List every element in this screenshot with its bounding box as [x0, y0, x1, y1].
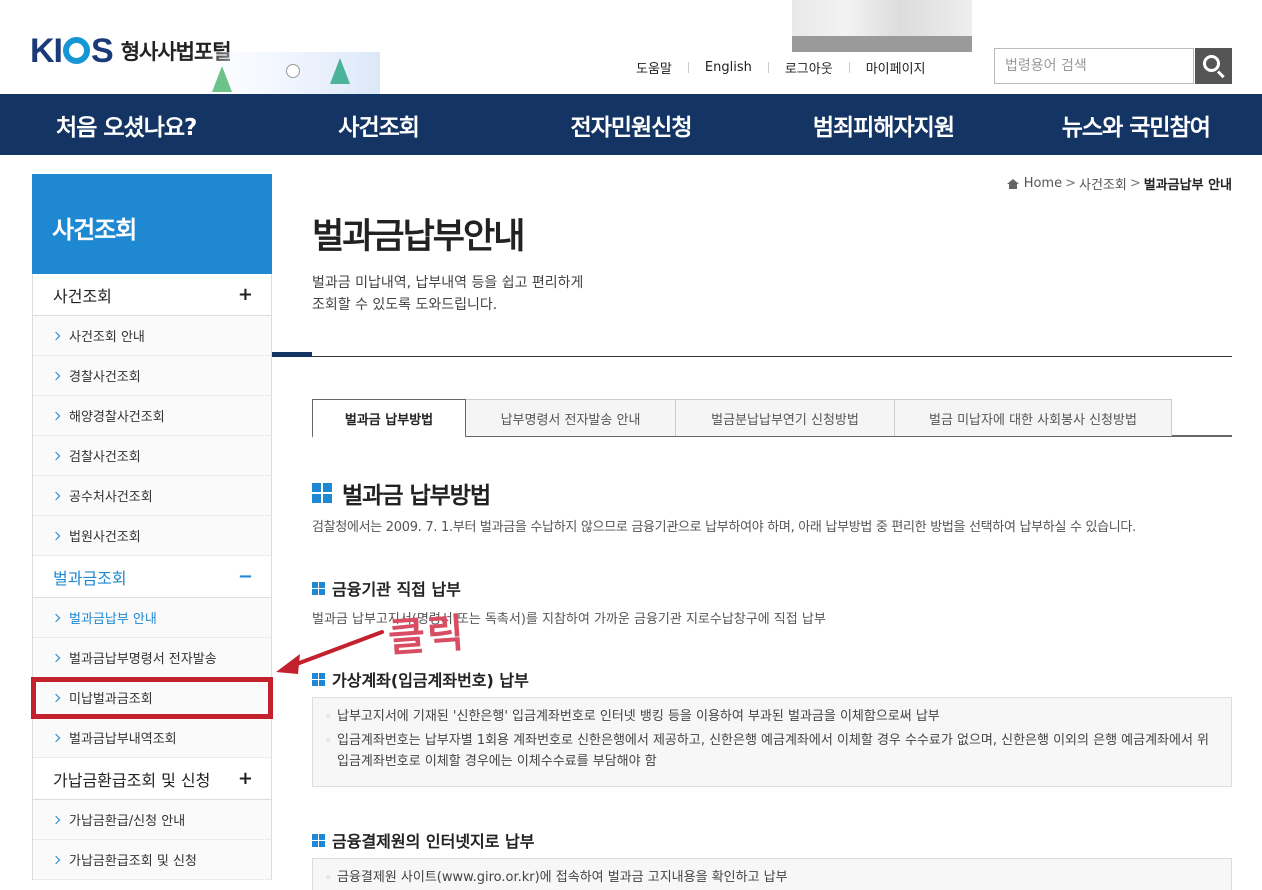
home-icon	[1006, 178, 1019, 189]
tab-installment[interactable]: 벌금분납납부연기 신청방법	[675, 399, 895, 436]
section-intro: 검찰청에서는 2009. 7. 1.부터 벌과금을 수납하지 않으므로 금융기관…	[312, 520, 1136, 535]
logout-link[interactable]: 로그아웃	[769, 58, 849, 77]
page-title: 벌과금납부안내	[312, 217, 525, 257]
info-box-virtual-account: 납부고지서에 기재된 '신한은행' 입금계좌번호로 인터넷 뱅킹 등을 이용하여…	[312, 697, 1232, 787]
nav-item-victim-support[interactable]: 범죄피해자지원	[757, 94, 1009, 155]
title-divider	[272, 352, 1232, 357]
sidebar-item-prosecution-case[interactable]: 검찰사건조회	[32, 436, 272, 476]
subsection-heading-direct: 금융기관 직접 납부	[312, 576, 461, 600]
tree-icon	[212, 66, 232, 92]
list-item: 입금계좌번호는 납부자별 1회용 계좌번호로 신한은행에서 제공하고, 신한은행…	[325, 730, 1217, 772]
sidebar-item-case-guide[interactable]: 사건조회 안내	[32, 316, 272, 356]
snowman-icon	[286, 64, 300, 78]
tree-icon	[330, 58, 350, 84]
expand-icon: +	[237, 768, 253, 789]
tab-bar: 벌과금 납부방법 납부명령서 전자발송 안내 벌금분납납부연기 신청방법 벌금 …	[312, 399, 1232, 438]
sidebar-item-unpaid-fine-inquiry[interactable]: 미납벌과금조회	[31, 677, 273, 719]
sidebar-group-label: 벌과금조회	[53, 568, 127, 588]
help-link[interactable]: 도움말	[620, 58, 688, 77]
breadcrumb-home[interactable]: Home	[1024, 176, 1062, 191]
nav-item-first-visit[interactable]: 처음 오셨나요?	[0, 94, 252, 155]
chevron-right-icon	[51, 613, 61, 622]
sidebar-item-fine-payment-history[interactable]: 벌과금납부내역조회	[32, 718, 272, 758]
sidebar-item-coastguard-case[interactable]: 해양경찰사건조회	[32, 396, 272, 436]
chevron-right-icon	[51, 371, 61, 380]
sidebar-item-police-case[interactable]: 경찰사건조회	[32, 356, 272, 396]
breadcrumb-level1[interactable]: 사건조회	[1079, 174, 1127, 193]
sidebar-group-fine-inquiry[interactable]: 벌과금조회 −	[32, 556, 272, 598]
sidebar-group-label: 사건조회	[53, 286, 112, 306]
sidebar-group-provisional-refund[interactable]: 가납금환급조회 및 신청 +	[32, 758, 272, 800]
grid-square-icon	[312, 483, 332, 503]
chevron-right-icon	[51, 331, 61, 340]
chevron-right-icon	[51, 855, 61, 864]
expand-icon: +	[237, 284, 253, 305]
chevron-right-icon	[51, 411, 61, 420]
site-header: KI S 형사사법포털 도움말 English 로그아웃 마이페이지	[0, 0, 1262, 94]
nav-item-news[interactable]: 뉴스와 국민참여	[1010, 94, 1262, 155]
tab-community-service[interactable]: 벌금 미납자에 대한 사회봉사 신청방법	[894, 399, 1172, 436]
nav-item-case-inquiry[interactable]: 사건조회	[252, 94, 504, 155]
main-nav: 처음 오셨나요? 사건조회 전자민원신청 범죄피해자지원 뉴스와 국민참여	[0, 94, 1262, 155]
chevron-right-icon	[51, 653, 61, 662]
sidebar-title: 사건조회	[32, 174, 272, 274]
sidebar-item-court-case[interactable]: 법원사건조회	[32, 516, 272, 556]
chevron-right-icon	[51, 531, 61, 540]
chevron-right-icon	[51, 693, 61, 702]
logo-decoration	[200, 52, 380, 94]
sidebar-item-refund-inquiry[interactable]: 가납금환급조회 및 신청	[32, 840, 272, 880]
annotation-text: 클릭	[386, 610, 468, 662]
grid-square-icon	[312, 833, 325, 847]
nav-item-e-petition[interactable]: 전자민원신청	[505, 94, 757, 155]
annotation-arrow-icon	[276, 630, 384, 674]
collapse-icon: −	[237, 566, 253, 587]
tab-e-delivery[interactable]: 납부명령서 전자발송 안내	[465, 399, 676, 436]
mypage-link[interactable]: 마이페이지	[850, 58, 942, 77]
sidebar-item-fine-payment-guide[interactable]: 벌과금납부 안내	[32, 598, 272, 638]
subsection-heading-internet-giro: 금융결제원의 인터넷지로 납부	[312, 828, 535, 852]
search-box	[994, 48, 1232, 84]
logo-mark: KI S	[30, 32, 114, 70]
breadcrumb-current: 벌과금납부 안내	[1143, 178, 1232, 193]
info-box-internet-giro: 금융결제원 사이트(www.giro.or.kr)에 접속하여 벌과금 고지내용…	[312, 858, 1232, 890]
utility-links: 도움말 English 로그아웃 마이페이지	[620, 58, 942, 77]
chevron-right-icon	[51, 451, 61, 460]
page-description: 벌과금 미납내역, 납부내역 등을 쉽고 편리하게 조회할 수 있도록 도와드립…	[312, 275, 584, 313]
search-button[interactable]	[1195, 48, 1232, 84]
search-icon	[1203, 55, 1220, 72]
english-link[interactable]: English	[689, 60, 768, 75]
sidebar: 사건조회 사건조회 + 사건조회 안내 경찰사건조회 해양경찰사건조회 검찰사건…	[31, 174, 273, 880]
breadcrumb: Home > 사건조회 > 벌과금납부 안내	[1006, 174, 1232, 193]
list-item: 납부고지서에 기재된 '신한은행' 입금계좌번호로 인터넷 뱅킹 등을 이용하여…	[325, 706, 1217, 727]
search-input[interactable]	[994, 48, 1194, 84]
sidebar-item-cio-case[interactable]: 공수처사건조회	[32, 476, 272, 516]
sidebar-item-fine-order-e-delivery[interactable]: 벌과금납부명령서 전자발송	[32, 638, 272, 678]
sidebar-group-label: 가납금환급조회 및 신청	[53, 770, 211, 790]
list-item: 금융결제원 사이트(www.giro.or.kr)에 접속하여 벌과금 고지내용…	[325, 867, 1217, 888]
grid-square-icon	[312, 581, 325, 595]
section-heading: 벌과금 납부방법	[312, 476, 491, 510]
sidebar-group-case-inquiry[interactable]: 사건조회 +	[32, 274, 272, 316]
blurred-banner	[792, 0, 972, 52]
sidebar-item-refund-guide[interactable]: 가납금환급/신청 안내	[32, 800, 272, 840]
chevron-right-icon	[51, 733, 61, 742]
tab-payment-method[interactable]: 벌과금 납부방법	[312, 399, 466, 438]
chevron-right-icon	[51, 491, 61, 500]
chevron-right-icon	[51, 815, 61, 824]
